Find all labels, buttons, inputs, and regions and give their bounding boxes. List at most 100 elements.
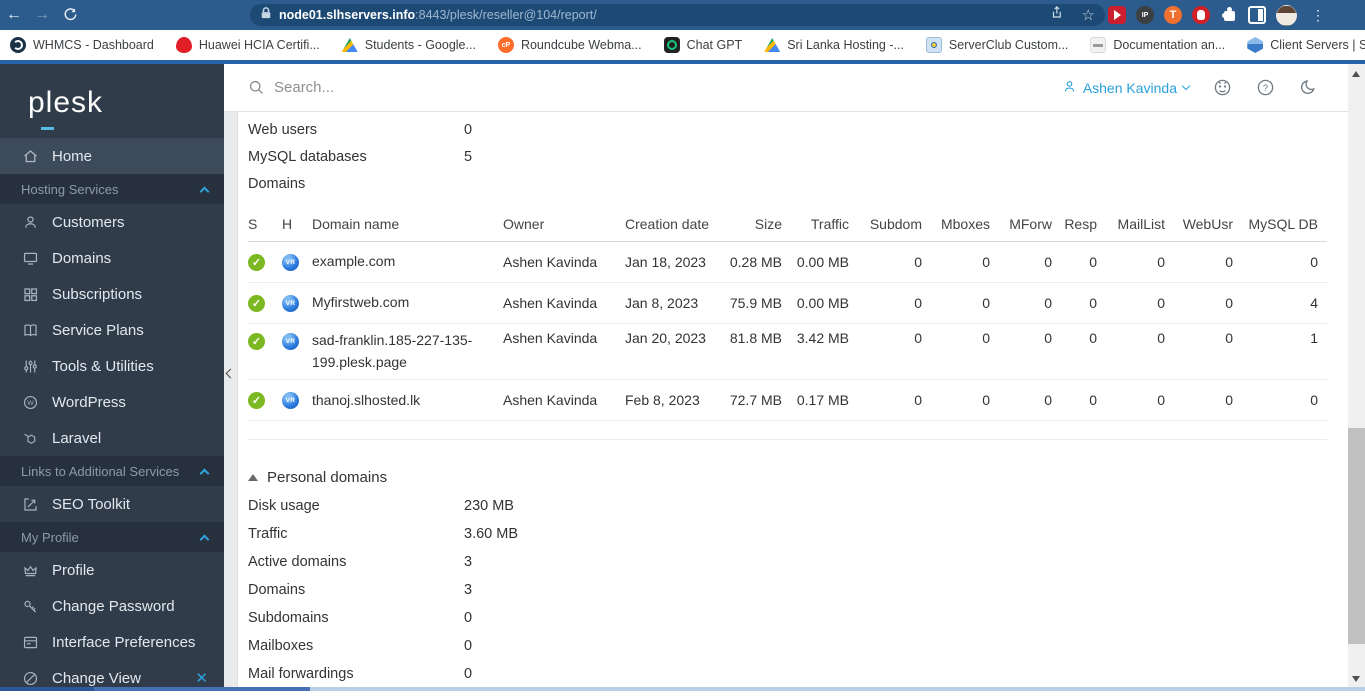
bookmark-whmcs[interactable]: WHMCS - Dashboard — [10, 37, 154, 53]
huawei-favicon — [175, 37, 192, 53]
domain-name: Myfirstweb.com — [312, 294, 410, 311]
stat-row: Web users 0 — [248, 121, 473, 138]
extension-blocker-hand-icon[interactable] — [1192, 6, 1210, 24]
sidebar-section-additional-services[interactable]: Links to Additional Services — [0, 456, 224, 486]
sidebar-collapse-handle[interactable] — [224, 112, 238, 691]
sidebar-item-laravel[interactable]: Laravel — [0, 420, 224, 456]
bookmark-serverclub[interactable]: ServerClub Custom... — [925, 37, 1068, 53]
table-row: ✓ VR sad-franklin.185-227-135-199.plesk.… — [248, 324, 1327, 381]
hosting-type-icon: VR — [282, 333, 299, 350]
forward-icon[interactable]: → — [28, 6, 56, 24]
extension-red-arrow-icon[interactable] — [1108, 6, 1126, 24]
crown-icon — [21, 561, 39, 579]
bookmark-students-drive[interactable]: Students - Google... — [341, 37, 476, 53]
table-row: ✓ VR Myfirstweb.com Ashen Kavinda Jan 8,… — [248, 283, 1327, 324]
home-icon — [21, 147, 39, 165]
bookmark-roundcube[interactable]: cP Roundcube Webma... — [497, 37, 642, 53]
help-icon[interactable]: ? — [1256, 78, 1275, 97]
stat-value: 5 — [464, 148, 473, 165]
address-bar[interactable]: node01.slhservers.info:8443/plesk/resell… — [250, 4, 1105, 26]
sidebar-item-profile[interactable]: Profile — [0, 552, 224, 588]
google-drive-favicon — [341, 37, 358, 53]
domains-table: S H Domain name Owner Creation date Size… — [248, 206, 1327, 441]
chatgpt-favicon — [663, 37, 680, 53]
bookmark-chatgpt[interactable]: Chat GPT — [663, 37, 742, 53]
change-view-close-icon[interactable]: ✕ — [195, 669, 208, 687]
chevron-up-icon — [199, 186, 210, 196]
plesk-logo[interactable]: plesk — [0, 64, 224, 138]
sidebar-item-tools-utilities[interactable]: Tools & Utilities — [0, 348, 224, 384]
dark-mode-moon-icon[interactable] — [1299, 78, 1318, 97]
sidebar-item-customers[interactable]: Customers — [0, 204, 224, 240]
status-ok-icon: ✓ — [248, 253, 265, 271]
plesk-doc-favicon — [1090, 37, 1107, 53]
search-input[interactable] — [274, 79, 694, 96]
feedback-mask-icon[interactable] — [1213, 78, 1232, 97]
stat-value: 0 — [464, 121, 473, 138]
sidebar-item-subscriptions[interactable]: Subscriptions — [0, 276, 224, 312]
user-menu[interactable]: Ashen Kavinda — [1062, 79, 1191, 97]
domains-section-label: Domains — [248, 175, 306, 192]
sidebar-section-hosting-services[interactable]: Hosting Services — [0, 174, 224, 204]
extensions-puzzle-icon[interactable] — [1220, 6, 1238, 24]
sidebar-item-home[interactable]: Home — [0, 138, 224, 174]
bookmarks-bar: WHMCS - Dashboard Huawei HCIA Certifi...… — [0, 30, 1365, 60]
sidebar-item-wordpress[interactable]: W WordPress — [0, 384, 224, 420]
bottom-edge-dark-segment — [0, 687, 94, 691]
bookmark-client-servers[interactable]: Client Servers | Serv... — [1247, 37, 1365, 53]
bookmark-documentation[interactable]: Documentation an... — [1090, 37, 1225, 53]
browser-profile-avatar[interactable] — [1276, 4, 1297, 26]
plesk-header: Ashen Kavinda ? — [224, 64, 1348, 112]
share-icon[interactable] — [1049, 5, 1064, 25]
search-icon — [248, 79, 265, 96]
domain-name: thanoj.slhosted.lk — [312, 391, 421, 408]
extensions-row: IP T ⋮ — [1108, 0, 1329, 30]
wordpress-icon: W — [21, 393, 39, 411]
hosting-type-icon: VR — [282, 294, 299, 312]
extension-ip-lookup-icon[interactable]: IP — [1136, 6, 1154, 24]
side-panel-icon[interactable] — [1248, 6, 1266, 24]
reload-icon[interactable] — [56, 6, 84, 24]
bottom-edge-mid-segment — [94, 687, 310, 691]
browser-menu-icon[interactable]: ⋮ — [1307, 7, 1329, 24]
summary-row: Subdomains 0 — [248, 610, 473, 627]
status-ok-icon: ✓ — [248, 294, 265, 312]
bottom-edge-strip — [0, 687, 1365, 691]
scroll-down-icon[interactable] — [1352, 676, 1360, 682]
chevron-up-icon — [199, 534, 210, 544]
table-footer-spacer — [248, 421, 1327, 441]
chevron-up-icon — [199, 468, 210, 478]
scrollbar-thumb[interactable] — [1348, 428, 1365, 644]
browser-toolbar: ← → node01.slhservers.info:8443/plesk/re… — [0, 0, 1365, 30]
url-text: node01.slhservers.info:8443/plesk/resell… — [279, 8, 597, 22]
seo-chart-icon — [21, 495, 39, 513]
sidebar-item-service-plans[interactable]: Service Plans — [0, 312, 224, 348]
sidebar-item-interface-preferences[interactable]: Interface Preferences — [0, 624, 224, 660]
extension-t-icon[interactable]: T — [1164, 6, 1182, 24]
plesk-logo-underscore — [41, 127, 54, 130]
scroll-up-icon[interactable] — [1352, 71, 1360, 77]
page-scrollbar[interactable] — [1348, 64, 1365, 691]
sidebar-item-seo-toolkit[interactable]: SEO Toolkit — [0, 486, 224, 522]
sidebar-item-change-password[interactable]: Change Password — [0, 588, 224, 624]
key-icon — [21, 597, 39, 615]
bookmark-sri-lanka-hosting[interactable]: Sri Lanka Hosting -... — [764, 37, 904, 53]
sidebar-section-my-profile[interactable]: My Profile — [0, 522, 224, 552]
back-icon[interactable]: ← — [0, 6, 28, 24]
person-icon — [1062, 79, 1077, 97]
cpanel-favicon: cP — [497, 37, 514, 53]
window-icon — [21, 633, 39, 651]
summary-row: Traffic 3.60 MB — [248, 526, 518, 543]
collapse-chevron-left-icon — [225, 368, 236, 379]
summary-row: Disk usage 230 MB — [248, 498, 514, 515]
bookmark-huawei[interactable]: Huawei HCIA Certifi... — [175, 37, 320, 53]
book-icon — [21, 321, 39, 339]
report-content: Web users 0 MySQL databases 5 Domains S H … — [238, 112, 1348, 691]
domain-name: example.com — [312, 253, 396, 270]
google-drive-favicon — [764, 37, 781, 53]
bookmark-star-icon[interactable]: ☆ — [1082, 8, 1095, 23]
sidebar-item-domains[interactable]: Domains — [0, 240, 224, 276]
personal-domains-header[interactable]: Personal domains — [248, 462, 1348, 492]
slash-circle-icon — [21, 669, 39, 687]
status-ok-icon: ✓ — [248, 391, 265, 409]
